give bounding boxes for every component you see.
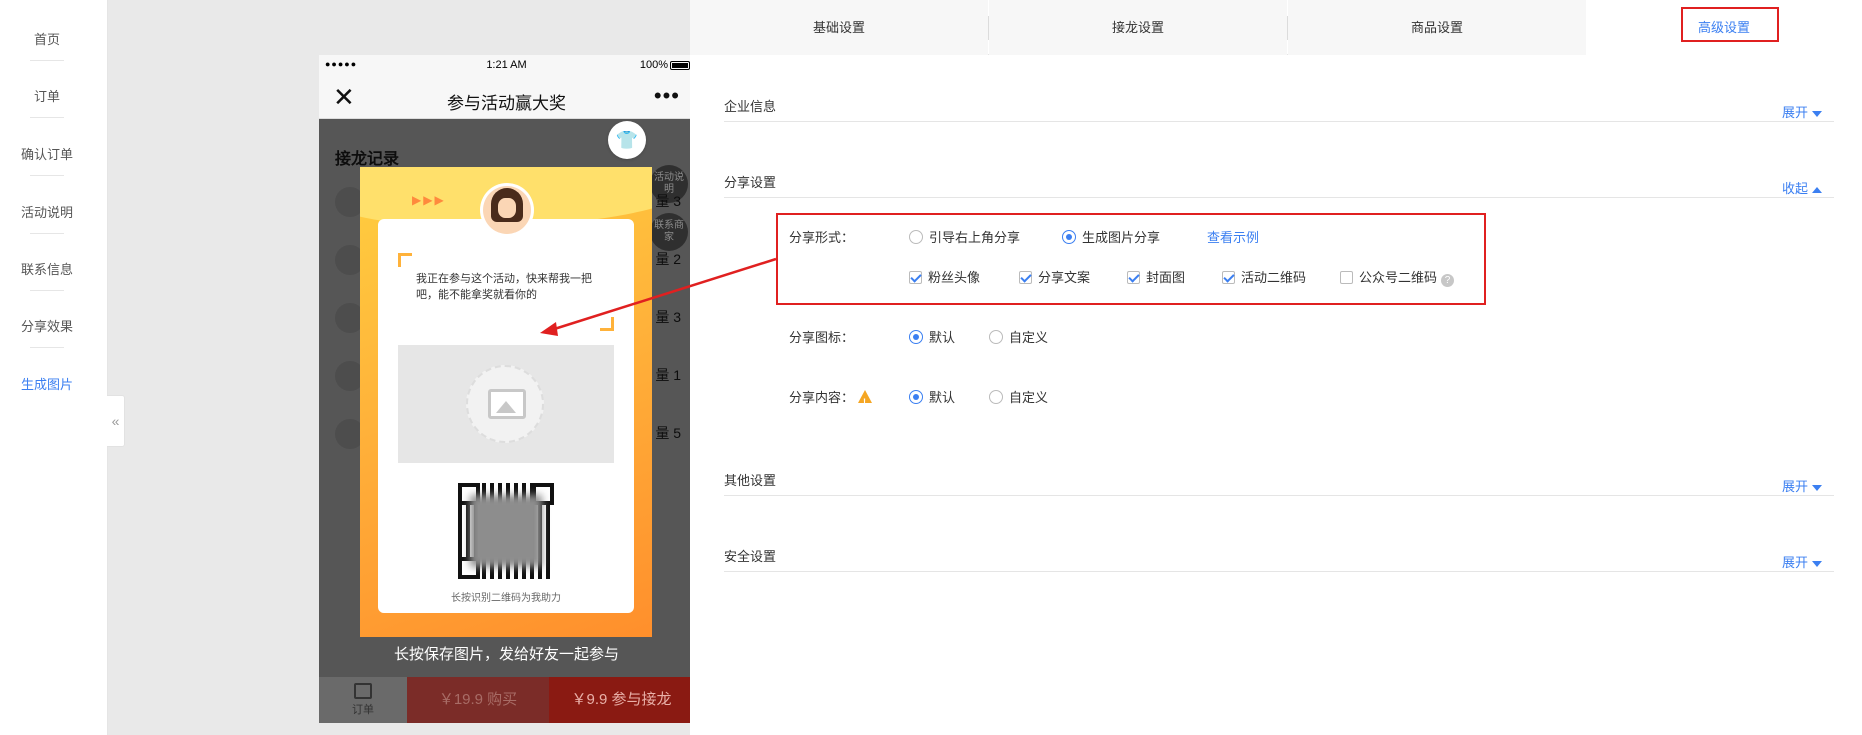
sidebar-item-confirm-order[interactable]: 确认订单 bbox=[0, 145, 94, 165]
phone-bottom-bar: 订单 ￥19.9 购买 ￥9.9 参与接龙 bbox=[319, 677, 694, 723]
divider bbox=[30, 175, 64, 176]
order-icon bbox=[354, 683, 372, 699]
section-title: 分享设置 bbox=[724, 175, 777, 190]
warning-glyph: ! bbox=[863, 397, 867, 407]
toggle-label: 展开 bbox=[1781, 105, 1808, 120]
section-other-settings: 其他设置 展开 bbox=[724, 466, 1834, 496]
sidebar-item-generate-image[interactable]: 生成图片 bbox=[0, 375, 94, 395]
section-title: 企业信息 bbox=[724, 99, 777, 114]
section-enterprise-info: 企业信息 展开 bbox=[724, 92, 1834, 122]
preview-area: ●●●●● 1:21 AM 100% ✕ 参与活动赢大奖 ••• 接龙记录 活动… bbox=[108, 0, 694, 735]
quote-open-icon bbox=[398, 253, 412, 267]
annotation-highlight-box bbox=[1681, 7, 1779, 42]
section-title: 其他设置 bbox=[724, 473, 777, 488]
caret-down-icon bbox=[1812, 484, 1822, 491]
caret-down-icon bbox=[1812, 110, 1822, 117]
label-text: 分享内容： bbox=[789, 390, 855, 405]
image-placeholder-circle bbox=[466, 365, 544, 443]
caret-up-icon bbox=[1812, 186, 1822, 193]
radio-control bbox=[909, 390, 923, 404]
qr-blur bbox=[470, 495, 542, 567]
sidebar-item-activity-description[interactable]: 活动说明 bbox=[0, 203, 94, 223]
phone-navbar: ✕ 参与活动赢大奖 ••• bbox=[319, 77, 694, 119]
poster-card: 我正在参与这个活动，快来帮我一把吧，能不能拿奖就看你的 长按识别二维码为我助力 bbox=[378, 219, 634, 613]
divider bbox=[30, 233, 64, 234]
divider bbox=[30, 60, 64, 61]
share-icon-label: 分享图标： bbox=[789, 330, 855, 345]
sidebar-item-orders[interactable]: 订单 bbox=[0, 87, 94, 107]
option-label: 自定义 bbox=[1009, 390, 1049, 405]
phone-page-title: 参与活动赢大奖 bbox=[447, 94, 566, 113]
cover-image-placeholder bbox=[398, 345, 614, 463]
status-time: 1:21 AM bbox=[486, 59, 527, 71]
divider bbox=[30, 117, 64, 118]
expand-toggle[interactable]: 展开 bbox=[1782, 476, 1822, 495]
sidebar: 首页 订单 确认订单 活动说明 联系信息 分享效果 生成图片 bbox=[0, 0, 108, 735]
shirt-icon[interactable]: 👕 bbox=[608, 121, 646, 159]
sidebar-item-home[interactable]: 首页 bbox=[0, 30, 94, 50]
radio-control bbox=[909, 330, 923, 344]
collapse-sidebar-button[interactable]: « bbox=[107, 395, 125, 447]
radio-icon-default[interactable]: 默认 bbox=[909, 328, 955, 348]
option-label: 默认 bbox=[929, 330, 956, 345]
tab-advanced-settings[interactable]: 高级设置 bbox=[1586, 0, 1862, 55]
poster-message: 我正在参与这个活动，快来帮我一把吧，能不能拿奖就看你的 bbox=[416, 273, 592, 301]
radio-content-custom[interactable]: 自定义 bbox=[989, 388, 1048, 408]
expand-toggle[interactable]: 展开 bbox=[1782, 552, 1822, 571]
option-label: 默认 bbox=[929, 390, 956, 405]
warning-icon: ! bbox=[858, 390, 873, 407]
settings-panel: 基础设置 接龙设置 商品设置 高级设置 企业信息 展开 分享设置 收起 分享形式… bbox=[690, 0, 1862, 735]
buy-button[interactable]: ￥19.9 购买 bbox=[407, 677, 549, 723]
more-icon[interactable]: ••• bbox=[654, 83, 680, 109]
annotation-highlight-box bbox=[776, 213, 1486, 305]
save-image-tip: 长按保存图片，发给好友一起参与 bbox=[393, 646, 619, 663]
section-share-settings: 分享设置 收起 bbox=[724, 168, 1834, 198]
share-icon-row: 分享图标： 默认 自定义 bbox=[789, 328, 1189, 348]
toggle-label: 展开 bbox=[1781, 479, 1808, 494]
share-content-label: 分享内容：! bbox=[789, 388, 873, 408]
expand-toggle[interactable]: 展开 bbox=[1782, 102, 1822, 121]
radio-control bbox=[989, 390, 1003, 404]
quote-close-icon bbox=[600, 317, 614, 331]
image-icon bbox=[488, 389, 526, 419]
tab-product-settings[interactable]: 商品设置 bbox=[1288, 0, 1586, 55]
tab-basic-settings[interactable]: 基础设置 bbox=[690, 0, 988, 55]
avatar bbox=[483, 186, 531, 234]
poster-caption: 长按识别二维码为我助力 bbox=[451, 593, 561, 604]
section-title: 安全设置 bbox=[724, 549, 777, 564]
battery-percent: 100% bbox=[639, 59, 668, 71]
toggle-label: 收起 bbox=[1781, 181, 1808, 196]
toggle-label: 展开 bbox=[1781, 555, 1808, 570]
status-bar: ●●●●● 1:21 AM 100% bbox=[319, 55, 694, 77]
settings-tabs: 基础设置 接龙设置 商品设置 高级设置 bbox=[690, 0, 1862, 55]
option-label: 自定义 bbox=[1009, 330, 1049, 345]
order-tab[interactable]: 订单 bbox=[319, 677, 407, 723]
join-relay-button[interactable]: ￥9.9 参与接龙 bbox=[549, 677, 694, 723]
caret-down-icon bbox=[1812, 560, 1822, 567]
sidebar-item-share-effect[interactable]: 分享效果 bbox=[0, 317, 94, 337]
arrows-decoration-icon: ▶▶▶ bbox=[412, 193, 446, 207]
share-content-row: 分享内容：! 默认 自定义 bbox=[789, 388, 1189, 408]
section-security-settings: 安全设置 展开 bbox=[724, 542, 1834, 572]
divider bbox=[30, 347, 64, 348]
share-poster: ▶▶▶ 我正在参与这个活动，快来帮我一把吧，能不能拿奖就看你的 长按识别二维码为… bbox=[360, 167, 652, 637]
tab-relay-settings[interactable]: 接龙设置 bbox=[989, 0, 1287, 55]
collapse-toggle[interactable]: 收起 bbox=[1782, 178, 1822, 197]
divider bbox=[30, 290, 64, 291]
poster-avatar bbox=[480, 183, 534, 237]
radio-content-default[interactable]: 默认 bbox=[909, 388, 955, 408]
order-label: 订单 bbox=[352, 704, 374, 716]
sidebar-item-contact-info[interactable]: 联系信息 bbox=[0, 260, 94, 280]
battery-icon bbox=[670, 61, 690, 70]
radio-control bbox=[989, 330, 1003, 344]
radio-icon-custom[interactable]: 自定义 bbox=[989, 328, 1048, 348]
